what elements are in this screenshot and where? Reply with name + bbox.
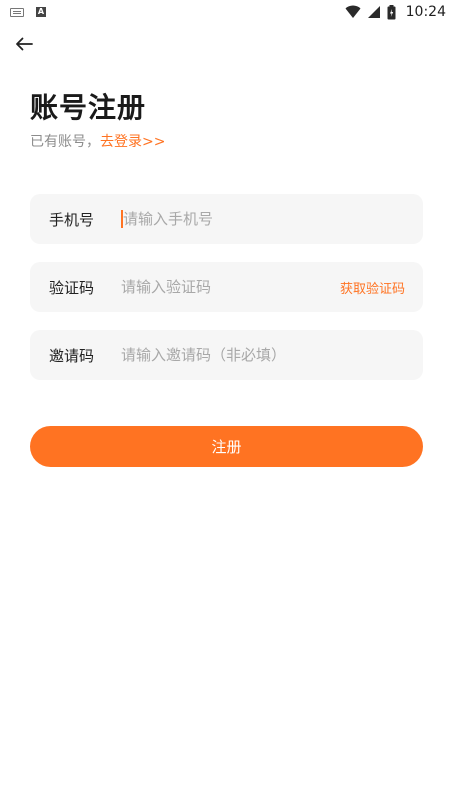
login-hint-text: 已有账号， bbox=[30, 134, 100, 150]
code-input[interactable] bbox=[121, 275, 340, 299]
signal-icon bbox=[367, 6, 380, 18]
wifi-icon bbox=[345, 5, 361, 18]
login-hint: 已有账号， 去登录>> bbox=[30, 131, 165, 151]
battery-icon bbox=[387, 4, 396, 19]
register-screen: A 10:24 账号注册 已有账号， 去登录>> 手机号 请输入手机号 验证码 … bbox=[0, 0, 454, 808]
phone-label: 手机号 bbox=[49, 210, 95, 229]
invite-label: 邀请码 bbox=[49, 346, 95, 365]
status-time: 10:24 bbox=[405, 4, 446, 20]
status-right-icons: 10:24 bbox=[345, 4, 446, 20]
page-title: 账号注册 bbox=[30, 91, 147, 124]
get-code-button[interactable]: 获取验证码 bbox=[340, 278, 405, 297]
register-button[interactable]: 注册 bbox=[30, 426, 423, 467]
status-bar: A 10:24 bbox=[0, 0, 454, 24]
keyboard-icon bbox=[10, 7, 24, 17]
code-label: 验证码 bbox=[49, 278, 95, 297]
invite-field-row[interactable]: 邀请码 bbox=[30, 330, 423, 380]
phone-input[interactable] bbox=[123, 207, 405, 231]
go-login-link[interactable]: 去登录>> bbox=[100, 131, 165, 151]
a-letter-icon: A bbox=[36, 7, 46, 17]
arrow-left-icon bbox=[16, 37, 33, 51]
code-field-row[interactable]: 验证码 获取验证码 bbox=[30, 262, 423, 312]
status-left-icons: A bbox=[10, 7, 46, 17]
invite-input[interactable] bbox=[121, 343, 405, 367]
back-button[interactable] bbox=[12, 32, 36, 56]
phone-field-row[interactable]: 手机号 bbox=[30, 194, 423, 244]
